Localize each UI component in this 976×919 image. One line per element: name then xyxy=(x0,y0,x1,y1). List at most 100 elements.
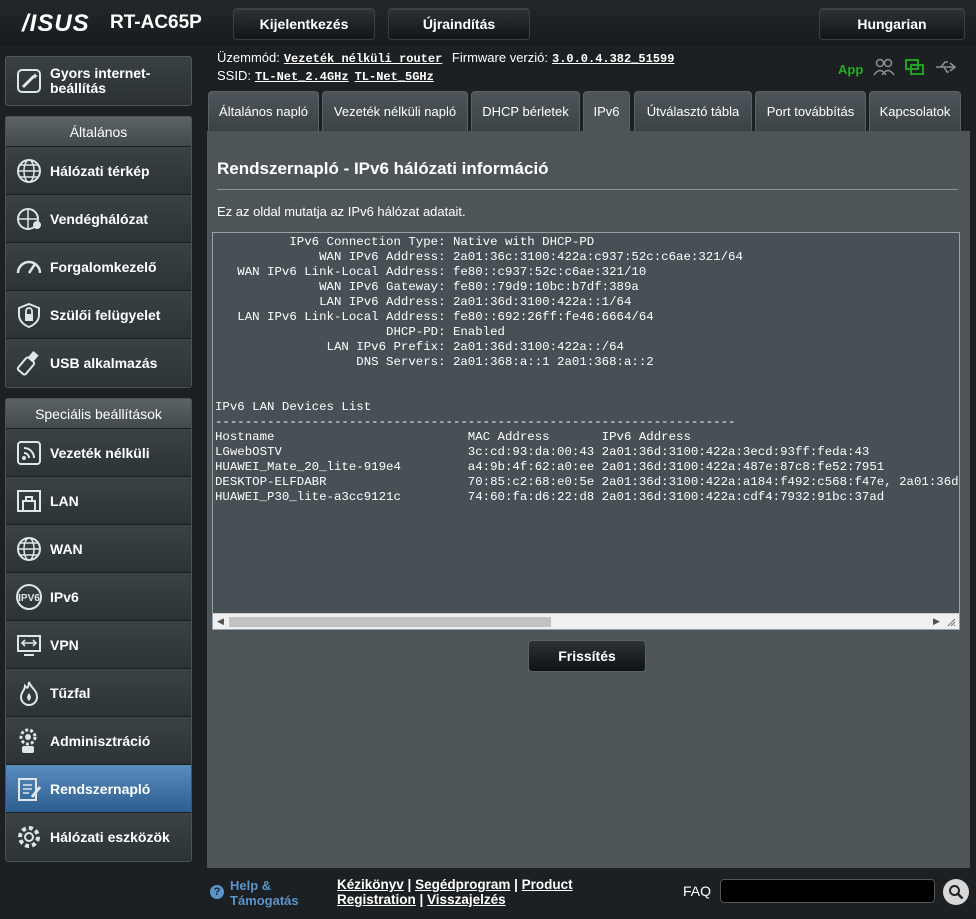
system-log-icon xyxy=(14,774,44,804)
refresh-button[interactable]: Frissítés xyxy=(528,640,646,672)
sidebar-item-traffic-manager[interactable]: Forgalomkezelő xyxy=(6,243,191,291)
speedometer-icon xyxy=(14,252,44,282)
ssid-24-link[interactable]: TL-Net_2.4GHz xyxy=(255,70,349,84)
sidebar-item-wan[interactable]: WAN xyxy=(6,525,191,573)
sidebar-item-label: Szülői felügyelet xyxy=(50,306,161,323)
sidebar-item-label: VPN xyxy=(50,636,79,653)
firmware-label: Firmware verzió: xyxy=(451,50,548,65)
wan-globe-icon xyxy=(14,534,44,564)
utility-link[interactable]: Segédprogram xyxy=(415,877,510,892)
manual-link[interactable]: Kézikönyv xyxy=(337,877,404,892)
sidebar-item-network-tools[interactable]: Hálózati eszközök xyxy=(6,813,191,861)
sidebar-item-label: Adminisztráció xyxy=(50,732,151,749)
network-monitor-icon[interactable] xyxy=(905,58,925,81)
tab-general-log[interactable]: Általános napló xyxy=(208,91,319,131)
tab-routing-table[interactable]: Útválasztó tábla xyxy=(634,91,752,131)
status-line-ssid: SSID: TL-Net_2.4GHz TL-Net_5GHz xyxy=(217,68,440,84)
asus-logo: /ISUS xyxy=(22,10,90,37)
globe-network-icon xyxy=(14,156,44,186)
status-line-mode: Üzemmód: Vezeték nélküli router Firmware … xyxy=(217,50,680,66)
general-menu: Általános Hálózati térkép Vendéghálózat … xyxy=(5,116,192,388)
scroll-thumb[interactable] xyxy=(229,617,551,627)
content-panel: Rendszernapló - IPv6 hálózati információ… xyxy=(207,131,970,868)
page-title: Rendszernapló - IPv6 hálózati információ xyxy=(217,159,549,178)
firewall-icon xyxy=(14,678,44,708)
status-icons: App xyxy=(838,58,957,81)
faq-search-input[interactable] xyxy=(720,879,935,903)
usb-icon xyxy=(14,348,44,378)
sidebar-item-label: Hálózati eszközök xyxy=(50,829,170,845)
guest-network-icon xyxy=(14,204,44,234)
horizontal-scrollbar[interactable]: ◀ ▶ xyxy=(213,613,959,629)
sidebar-item-network-map[interactable]: Hálózati térkép xyxy=(6,147,191,195)
wireless-icon xyxy=(14,438,44,468)
reboot-button[interactable]: Újraindítás xyxy=(388,8,530,40)
sidebar-item-label: Tűzfal xyxy=(50,684,91,701)
help-icon: ? xyxy=(210,885,224,899)
svg-text:IPV6: IPV6 xyxy=(18,593,40,604)
tab-ipv6[interactable]: IPv6 xyxy=(583,91,630,131)
title-divider xyxy=(217,189,958,190)
clients-icon[interactable] xyxy=(873,58,895,81)
sidebar-item-label: Rendszernapló xyxy=(50,780,151,797)
usb-status-icon[interactable] xyxy=(935,60,957,79)
tab-port-forwarding[interactable]: Port továbbítás xyxy=(755,91,866,131)
advanced-menu: Speciális beállítások Vezeték nélküli LA… xyxy=(5,398,192,862)
quick-internet-setup-button[interactable]: Gyors internet-beállítás xyxy=(5,56,192,106)
mode-link[interactable]: Vezeték nélküli router xyxy=(284,52,442,66)
help-label: Help & Támogatás xyxy=(230,878,299,908)
lan-icon xyxy=(14,486,44,516)
mode-label: Üzemmód: xyxy=(217,50,280,65)
ipv6-log-text: IPv6 Connection Type: Native with DHCP-P… xyxy=(215,235,959,504)
parental-lock-icon xyxy=(14,300,44,330)
tab-dhcp-leases[interactable]: DHCP bérletek xyxy=(471,91,580,131)
footer: ? Help & Támogatás Kézikönyv | Segédprog… xyxy=(207,874,970,914)
quick-setup-label: Gyors internet-beállítás xyxy=(50,65,151,96)
sidebar-item-label: Vendéghálózat xyxy=(50,210,149,227)
wand-icon xyxy=(14,66,44,96)
general-menu-title: Általános xyxy=(6,117,191,147)
network-tools-icon xyxy=(14,822,44,852)
sidebar-item-label: LAN xyxy=(50,492,79,509)
scroll-left-icon[interactable]: ◀ xyxy=(217,616,224,627)
language-select[interactable]: Hungarian xyxy=(819,8,965,40)
scroll-right-icon[interactable]: ▶ xyxy=(933,616,940,627)
ipv6-log-textarea[interactable]: IPv6 Connection Type: Native with DHCP-P… xyxy=(212,232,960,630)
sidebar-item-label: Hálózati térkép xyxy=(50,162,150,179)
sidebar-item-usb-application[interactable]: USB alkalmazás xyxy=(6,339,191,387)
tab-wireless-log[interactable]: Vezeték nélküli napló xyxy=(322,91,468,131)
sidebar-item-vpn[interactable]: VPN xyxy=(6,621,191,669)
ssid-label: SSID: xyxy=(217,68,251,83)
tab-connections[interactable]: Kapcsolatok xyxy=(869,91,961,131)
sidebar-item-label: Forgalomkezelő xyxy=(50,258,157,275)
sidebar-item-label: USB alkalmazás xyxy=(50,355,158,371)
ssid-5-link[interactable]: TL-Net_5GHz xyxy=(355,70,434,84)
resize-grip-icon[interactable] xyxy=(947,618,956,629)
sidebar-item-label: Vezeték nélküli xyxy=(50,444,150,461)
footer-links: Kézikönyv | Segédprogram | Product Regis… xyxy=(337,877,573,907)
sidebar-item-guest-network[interactable]: Vendéghálózat xyxy=(6,195,191,243)
help-support[interactable]: ? Help & Támogatás xyxy=(207,878,310,908)
ipv6-icon: IPV6 xyxy=(14,582,44,612)
page-description: Ez az oldal mutatja az IPv6 hálózat adat… xyxy=(217,204,466,219)
vpn-icon xyxy=(14,630,44,660)
top-bar: /ISUS RT-AC65P Kijelentkezés Újraindítás… xyxy=(0,0,976,46)
sidebar-item-label: WAN xyxy=(50,540,83,557)
sidebar-item-wireless[interactable]: Vezeték nélküli xyxy=(6,429,191,477)
advanced-menu-title: Speciális beállítások xyxy=(6,399,191,429)
sidebar-item-firewall[interactable]: Tűzfal xyxy=(6,669,191,717)
logout-button[interactable]: Kijelentkezés xyxy=(233,8,375,40)
sidebar-item-administration[interactable]: Adminisztráció xyxy=(6,717,191,765)
sidebar-item-ipv6[interactable]: IPV6 IPv6 xyxy=(6,573,191,621)
sidebar-item-system-log[interactable]: Rendszernapló xyxy=(6,765,191,813)
sidebar-item-label: IPv6 xyxy=(50,588,79,605)
faq-label: FAQ xyxy=(683,883,712,899)
feedback-link[interactable]: Visszajelzés xyxy=(427,892,506,907)
admin-gear-icon xyxy=(14,726,44,756)
app-link[interactable]: App xyxy=(838,62,863,77)
model-name: RT-AC65P xyxy=(110,12,202,33)
sidebar-item-parental-control[interactable]: Szülői felügyelet xyxy=(6,291,191,339)
sidebar-item-lan[interactable]: LAN xyxy=(6,477,191,525)
search-icon[interactable] xyxy=(943,879,969,905)
firmware-link[interactable]: 3.0.0.4.382_51599 xyxy=(552,52,674,66)
